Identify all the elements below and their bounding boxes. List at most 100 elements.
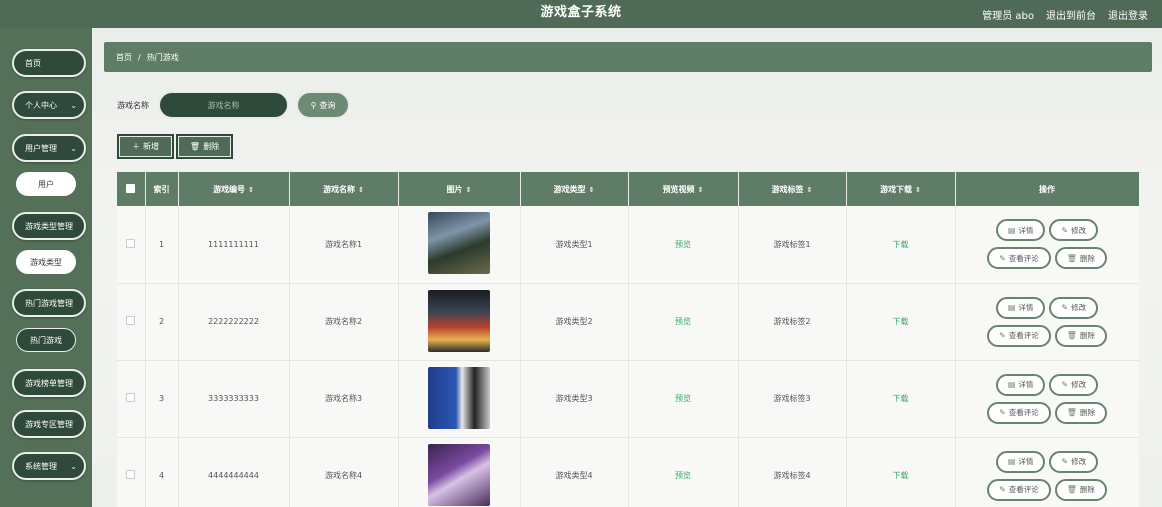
select-all-checkbox[interactable]: [126, 183, 136, 193]
col-preview[interactable]: 预览视频 ⇕: [628, 172, 739, 206]
op-label: 查看评论: [1008, 253, 1039, 263]
sidebar-subitem-hot-game[interactable]: 热门游戏: [16, 328, 76, 352]
row-operations: ▤ 详情 ✎ 修改 ✎ 查看评论 🗑 删除: [956, 450, 1139, 501]
view-comments-button[interactable]: ✎ 查看评论: [987, 247, 1051, 270]
sidebar: 首页 个人中心 ⌄ 用户管理 ⌄ 用户 游戏类型管理 游戏类型 热门游戏管理 热…: [0, 28, 92, 507]
index-cell: 1: [145, 206, 179, 284]
detail-button[interactable]: ▤ 详情: [995, 219, 1046, 242]
op-label: 修改: [1071, 380, 1087, 389]
ops-cell: ▤ 详情 ✎ 修改 ✎ 查看评论 🗑 删除: [955, 206, 1139, 284]
tag-cell: 游戏标签2: [738, 283, 847, 361]
download-link[interactable]: 下载: [893, 394, 909, 403]
download-cell: 下载: [846, 283, 956, 361]
download-link[interactable]: 下载: [893, 240, 909, 249]
col-tag[interactable]: 游戏标签 ⇕: [738, 172, 847, 206]
view-comments-button[interactable]: ✎ 查看评论: [987, 401, 1051, 424]
add-button[interactable]: ＋ 新增: [117, 134, 174, 159]
sidebar-item-game-type-management[interactable]: 游戏类型管理: [12, 212, 86, 240]
search-button-label: 查询: [319, 100, 336, 110]
row-checkbox[interactable]: [126, 316, 136, 325]
row-select-cell[interactable]: [117, 283, 146, 361]
op-label: 查看评论: [1008, 408, 1039, 417]
detail-button[interactable]: ▤ 详情: [995, 373, 1046, 396]
row-checkbox[interactable]: [126, 238, 136, 248]
col-code[interactable]: 游戏编号 ⇕: [178, 172, 290, 206]
sidebar-item-user-management[interactable]: 用户管理 ⌄: [12, 134, 86, 162]
detail-button[interactable]: ▤ 详情: [995, 296, 1046, 319]
col-type[interactable]: 游戏类型 ⇕: [520, 172, 629, 206]
ops-cell: ▤ 详情 ✎ 修改 ✎ 查看评论 🗑 删除: [955, 360, 1139, 438]
detail-button[interactable]: ▤ 详情: [995, 450, 1046, 473]
row-checkbox[interactable]: [126, 393, 136, 402]
game-thumbnail[interactable]: [428, 443, 490, 506]
admin-user-label: 管理员 abo: [982, 10, 1034, 22]
preview-link[interactable]: 预览: [675, 240, 691, 249]
document-icon: ▤: [1007, 225, 1016, 235]
ops-row: ▤ 详情 ✎ 修改: [995, 450, 1099, 473]
pencil-icon: ✎: [999, 485, 1006, 494]
sidebar-subitem-user[interactable]: 用户: [16, 172, 76, 196]
search-button[interactable]: ⚲ 查询: [296, 91, 350, 119]
game-thumbnail[interactable]: [428, 212, 490, 275]
op-label: 修改: [1071, 457, 1087, 466]
batch-delete-button[interactable]: 🗑 删除: [176, 134, 233, 159]
sort-icon: ⇕: [588, 185, 595, 194]
sidebar-item-label: 游戏类型: [30, 257, 62, 267]
col-image[interactable]: 图片 ⇕: [398, 172, 521, 206]
op-label: 详情: [1018, 303, 1034, 312]
select-all-cell[interactable]: [117, 172, 146, 206]
op-label: 删除: [1079, 485, 1095, 494]
edit-button[interactable]: ✎ 修改: [1049, 296, 1099, 319]
download-link[interactable]: 下载: [893, 317, 909, 326]
edit-button[interactable]: ✎ 修改: [1049, 219, 1099, 242]
pencil-icon: ✎: [1061, 303, 1069, 312]
trash-icon: 🗑: [1066, 485, 1077, 494]
plus-icon: ＋: [132, 142, 140, 151]
col-label: 索引: [153, 184, 170, 194]
sidebar-item-label: 热门游戏管理: [25, 298, 73, 308]
row-select-cell[interactable]: [117, 360, 146, 438]
delete-button[interactable]: 🗑 删除: [1054, 401, 1107, 424]
download-link[interactable]: 下载: [893, 471, 909, 480]
row-checkbox[interactable]: [126, 470, 136, 479]
breadcrumb-home[interactable]: 首页: [116, 52, 132, 63]
download-cell: 下载: [846, 206, 956, 284]
exit-to-front-link[interactable]: 退出到前台: [1046, 7, 1096, 22]
tag-cell: 游戏标签1: [738, 206, 847, 284]
game-name-search-input[interactable]: [158, 91, 289, 119]
preview-link[interactable]: 预览: [675, 394, 691, 403]
col-download[interactable]: 游戏下载 ⇕: [846, 172, 956, 206]
chevron-down-icon: ⌄: [70, 462, 77, 471]
row-select-cell[interactable]: [117, 437, 146, 507]
image-cell: [398, 360, 521, 438]
type-cell: 游戏类型1: [520, 206, 629, 284]
row-select-cell[interactable]: [117, 206, 146, 284]
view-comments-button[interactable]: ✎ 查看评论: [987, 478, 1051, 501]
delete-button[interactable]: 🗑 删除: [1054, 247, 1107, 270]
col-name[interactable]: 游戏名称 ⇕: [289, 172, 399, 206]
sidebar-subitem-game-type[interactable]: 游戏类型: [16, 250, 76, 274]
edit-button[interactable]: ✎ 修改: [1049, 450, 1099, 473]
edit-button[interactable]: ✎ 修改: [1049, 373, 1099, 396]
game-thumbnail[interactable]: [428, 289, 490, 352]
sidebar-item-label: 游戏榜单管理: [25, 378, 73, 388]
view-comments-button[interactable]: ✎ 查看评论: [987, 324, 1051, 347]
delete-button[interactable]: 🗑 删除: [1054, 478, 1107, 501]
sidebar-item-system-management[interactable]: 系统管理 ⌄: [12, 452, 86, 480]
sidebar-item-game-ranking-management[interactable]: 游戏榜单管理: [12, 369, 86, 397]
sidebar-item-hot-game-management[interactable]: 热门游戏管理: [12, 289, 86, 317]
sidebar-item-home[interactable]: 首页: [12, 49, 86, 77]
col-operations: 操作: [955, 172, 1139, 206]
col-index: 索引: [145, 172, 179, 206]
preview-link[interactable]: 预览: [675, 317, 691, 326]
op-label: 详情: [1018, 380, 1034, 389]
game-thumbnail[interactable]: [428, 366, 490, 429]
search-label: 游戏名称: [117, 101, 149, 110]
ops-cell: ▤ 详情 ✎ 修改 ✎ 查看评论 🗑 删除: [955, 437, 1139, 507]
sidebar-item-personal-center[interactable]: 个人中心 ⌄: [12, 91, 86, 119]
preview-link[interactable]: 预览: [675, 471, 691, 480]
logout-link[interactable]: 退出登录: [1108, 7, 1148, 22]
index-cell: 4: [145, 437, 179, 507]
delete-button[interactable]: 🗑 删除: [1054, 324, 1107, 347]
sidebar-item-game-zone-management[interactable]: 游戏专区管理: [12, 410, 86, 438]
